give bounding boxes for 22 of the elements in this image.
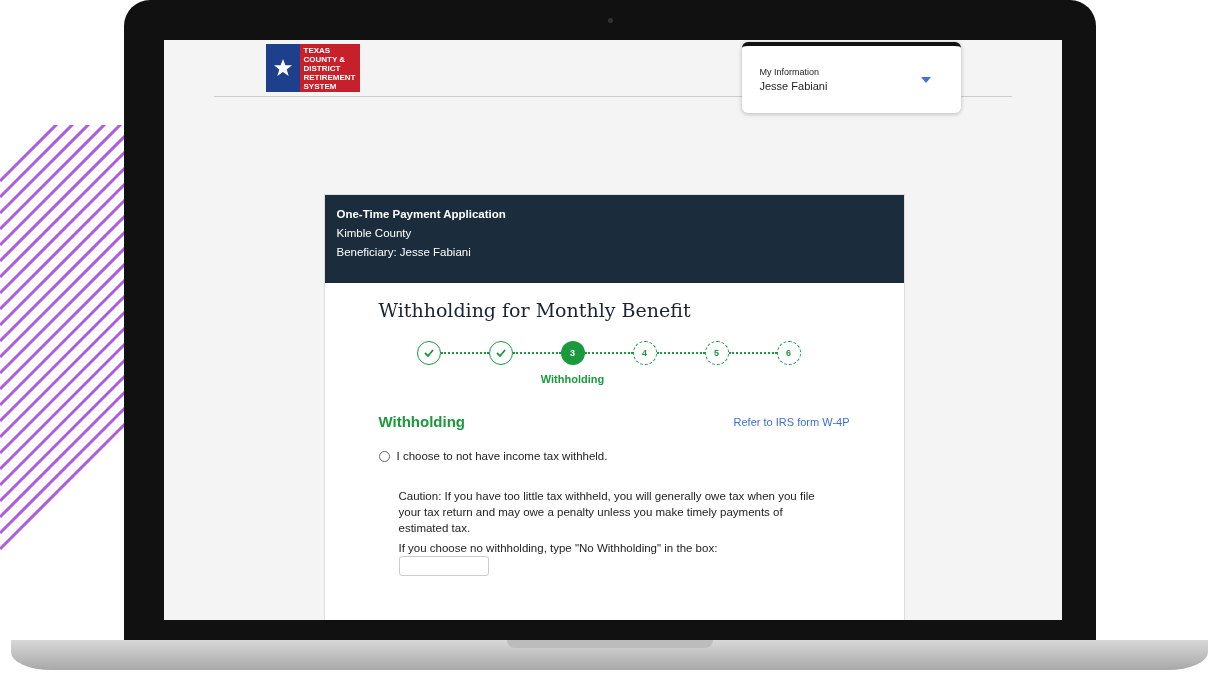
step-label: Withholding — [540, 373, 605, 385]
camera-icon — [607, 18, 613, 23]
section-heading: Withholding — [378, 413, 465, 430]
county-name: Kimble County — [336, 227, 413, 239]
check-icon — [423, 349, 434, 357]
check-icon — [495, 349, 506, 357]
star-icon — [272, 58, 293, 78]
input-field[interactable] — [398, 556, 489, 576]
account-dropdown[interactable]: My Information Jesse Fabiani — [741, 42, 961, 113]
caution-text: Caution: If you have too little tax withheld, you will generally owe tax when you file your tax return and may owe a penalty unless you make timely payments of estimated tax. — [398, 489, 816, 536]
option-label: I choose to not have income tax withheld. — [396, 450, 608, 462]
logo[interactable]: TEXAS COUNTY & DISTRICT RETIREMENT SYSTEM — [265, 44, 360, 92]
step-indicator[interactable]: 3 — [560, 341, 585, 365]
irs-form-link[interactable]: Refer to IRS form W-4P — [733, 415, 850, 428]
account-label: My Information — [759, 67, 821, 77]
account-name: Jesse Fabiani — [759, 80, 828, 92]
application-title: One-Time Payment Application — [336, 208, 507, 220]
logo-text: TEXAS COUNTY & DISTRICT RETIREMENT SYSTEM — [299, 44, 360, 92]
caret-icon — [920, 76, 931, 83]
confirm-label: If you choose no withholding, type "No Withholding" in the box: — [398, 542, 718, 554]
page-title: Withholding for Monthly Benefit — [378, 299, 692, 321]
beneficiary-name: Beneficiary: Jesse Fabiani — [336, 246, 472, 258]
